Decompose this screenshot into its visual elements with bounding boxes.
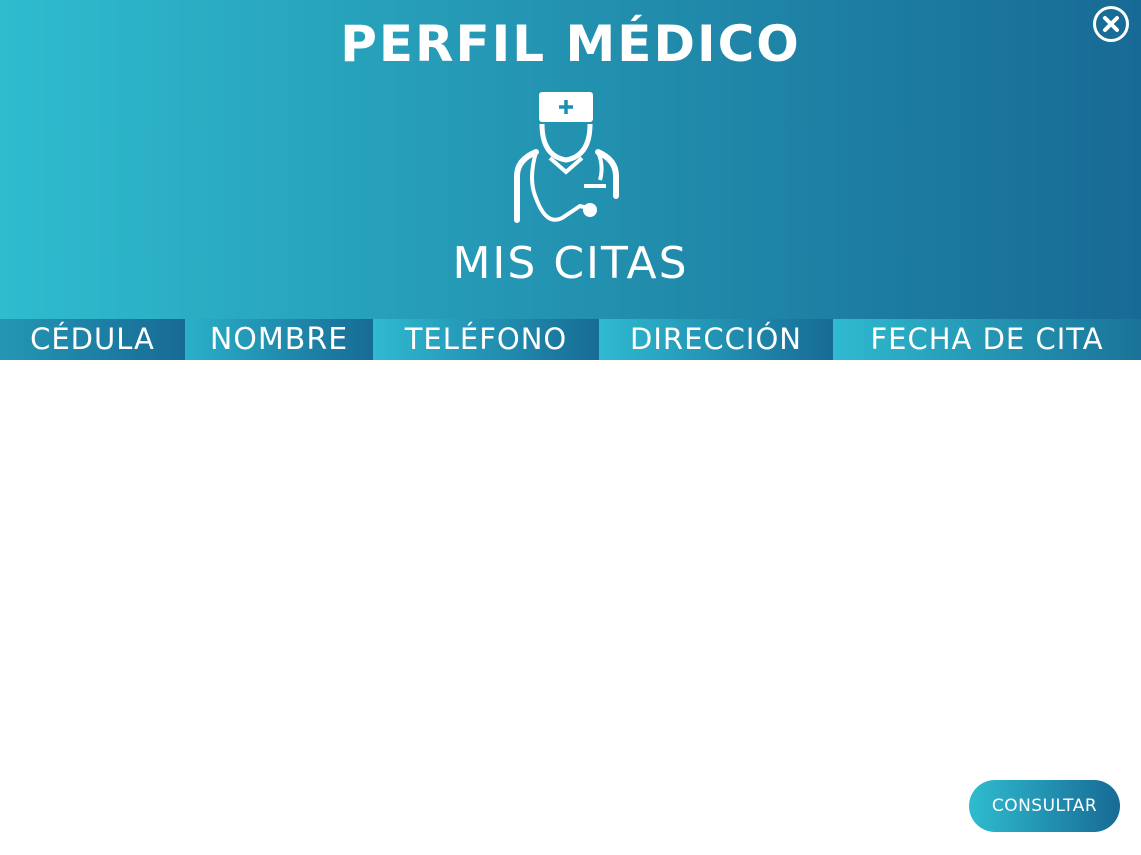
table-header: CÉDULA NOMBRE TELÉFONO DIRECCIÓN FECHA D…: [0, 319, 1141, 360]
header-banner: PERFIL MÉDICO MIS CITAS: [0, 0, 1141, 319]
column-header-cedula[interactable]: CÉDULA: [0, 319, 185, 360]
column-header-telefono[interactable]: TELÉFONO: [373, 319, 599, 360]
close-icon[interactable]: [1092, 5, 1130, 43]
consult-button[interactable]: CONSULTAR: [969, 780, 1120, 832]
section-title: MIS CITAS: [452, 238, 689, 289]
page-title: PERFIL MÉDICO: [340, 15, 801, 73]
doctor-stethoscope-icon: [514, 92, 619, 223]
column-header-fecha-de-cita[interactable]: FECHA DE CITA: [833, 319, 1141, 360]
column-header-nombre[interactable]: NOMBRE: [185, 319, 373, 360]
column-header-direccion[interactable]: DIRECCIÓN: [599, 319, 833, 360]
